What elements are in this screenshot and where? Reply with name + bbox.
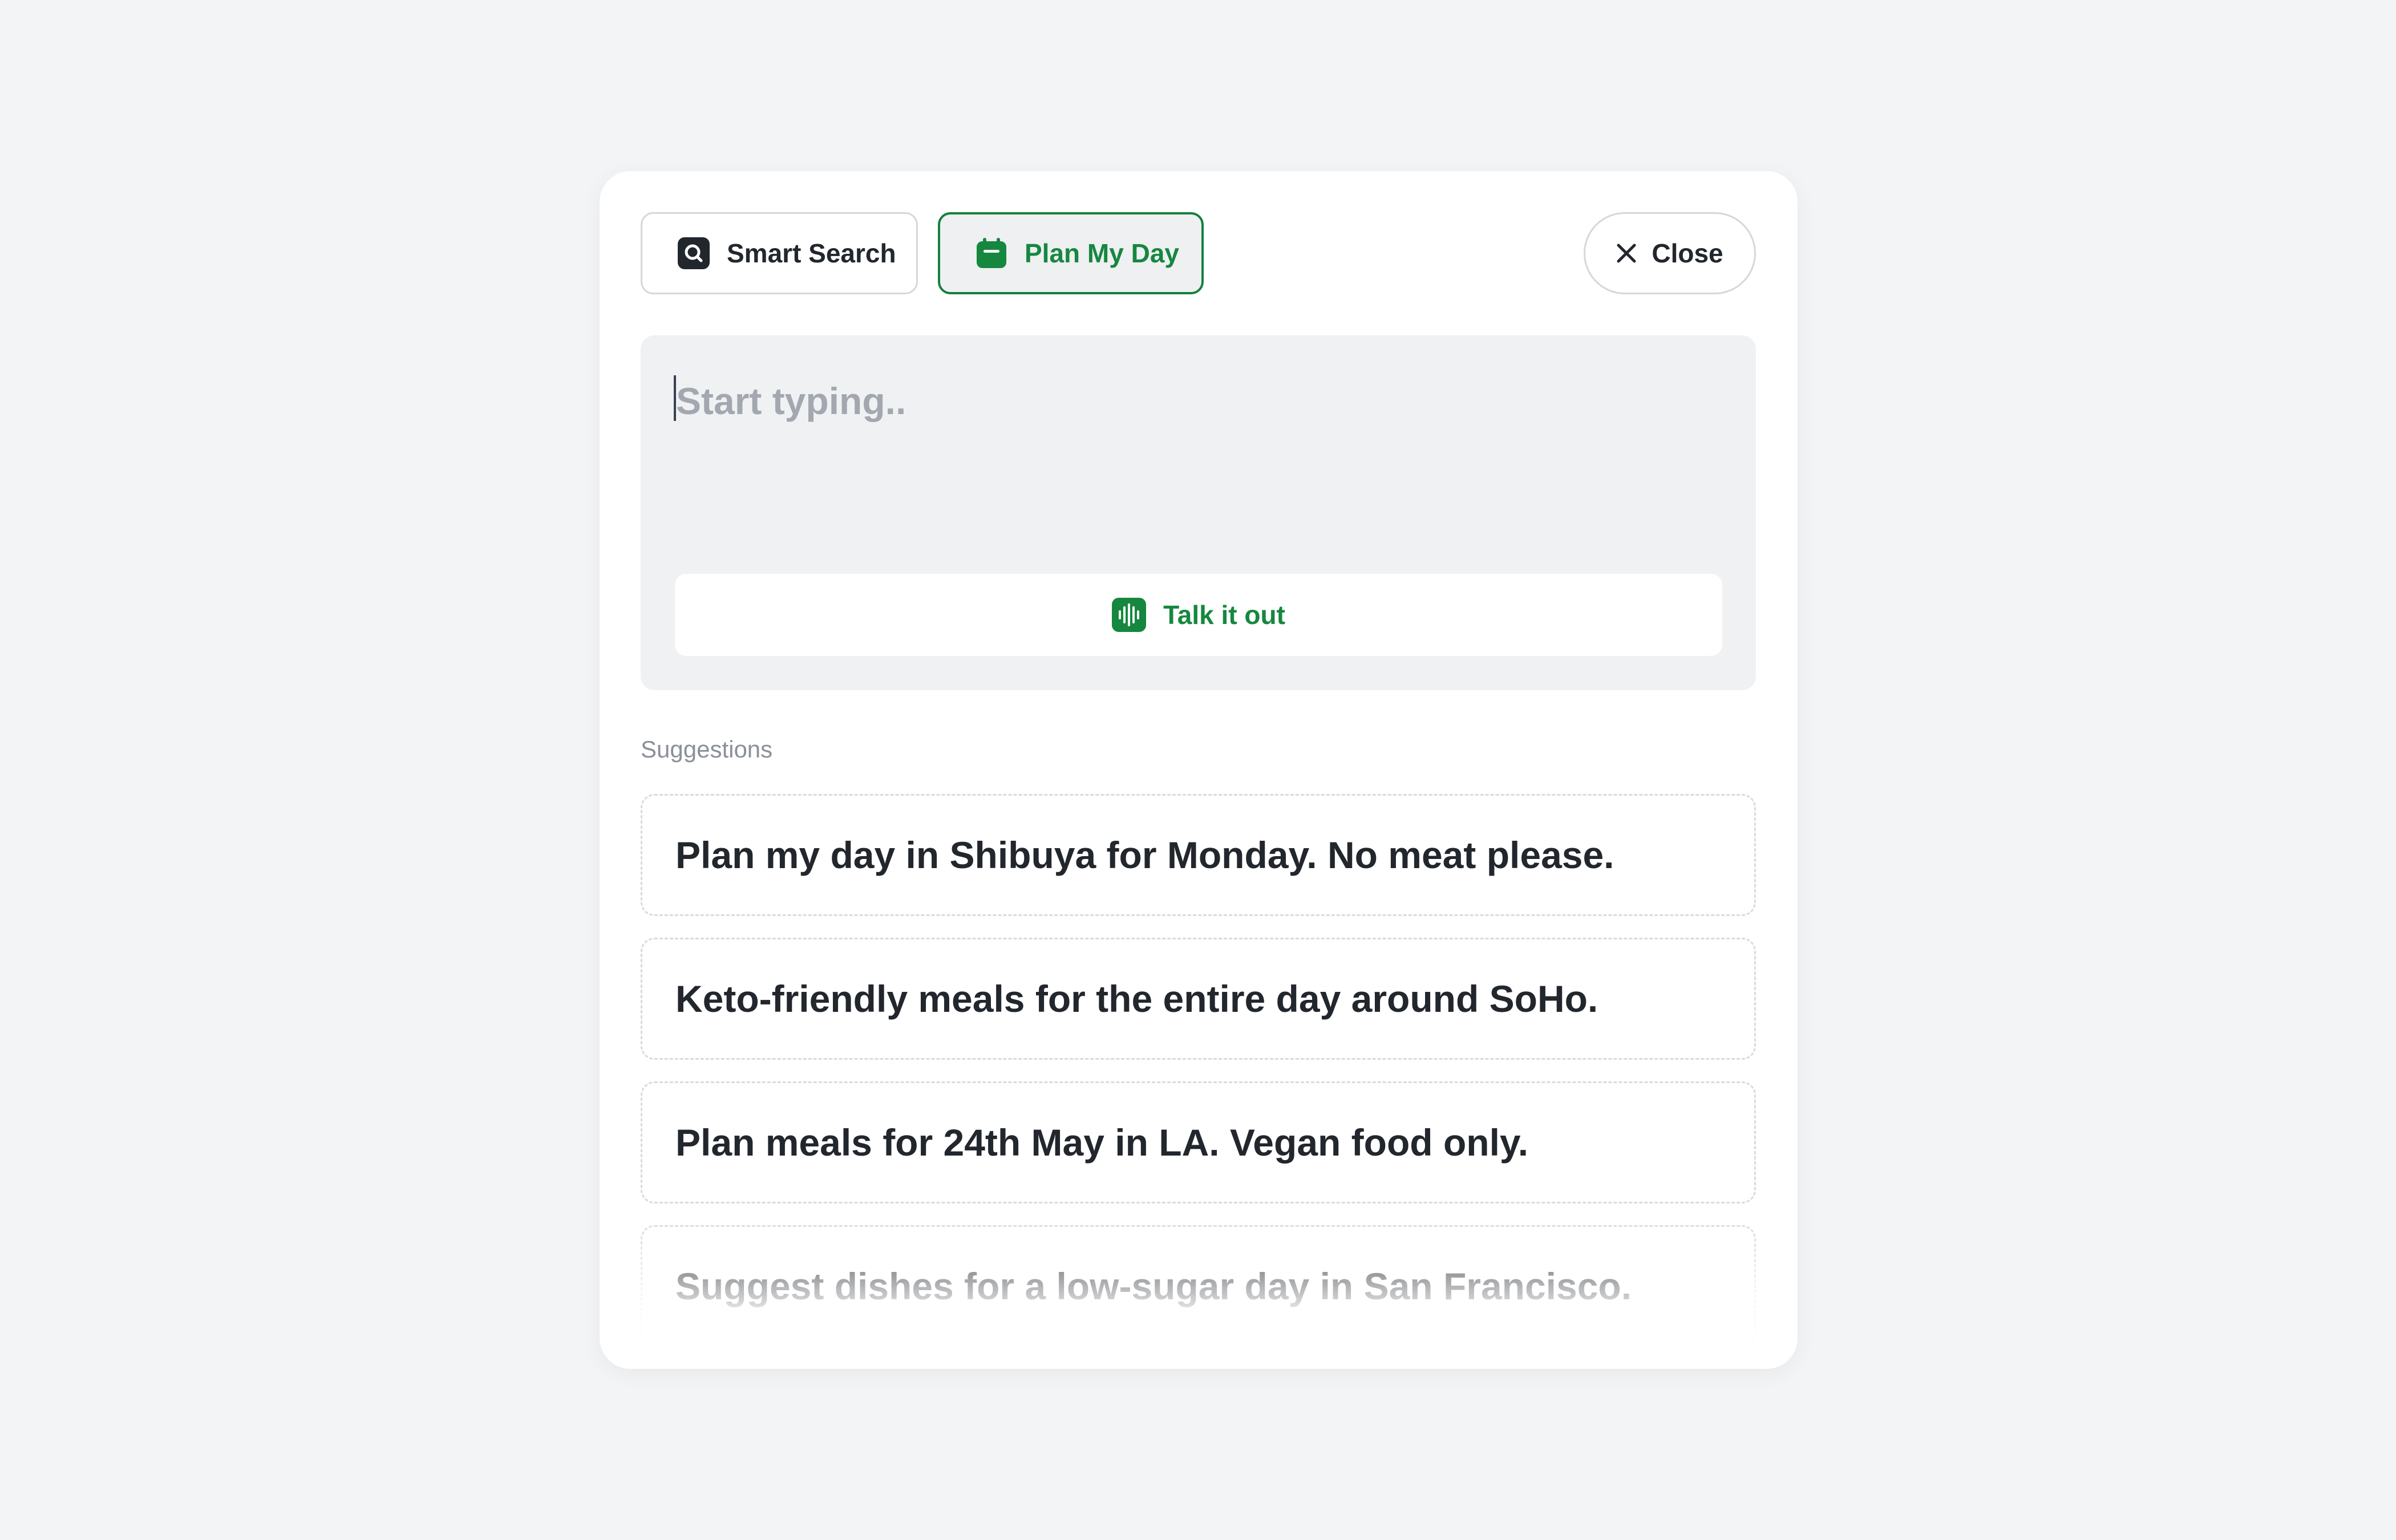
suggestions-list: Plan my day in Shibuya for Monday. No me… bbox=[641, 794, 1756, 1369]
suggestion-item[interactable]: Keto-friendly meals for the entire day a… bbox=[641, 938, 1756, 1060]
tab-smart-search[interactable]: Smart Search bbox=[641, 212, 918, 294]
tab-smart-search-label: Smart Search bbox=[727, 238, 896, 268]
close-button[interactable]: Close bbox=[1584, 212, 1756, 294]
suggestions-heading: Suggestions bbox=[641, 736, 773, 763]
calendar-icon bbox=[977, 238, 1006, 268]
prompt-input[interactable] bbox=[676, 370, 1714, 432]
tab-plan-my-day[interactable]: Plan My Day bbox=[938, 212, 1204, 294]
close-button-label: Close bbox=[1652, 238, 1723, 268]
audio-waveform-icon bbox=[1112, 598, 1147, 632]
prompt-input-area: Talk it out bbox=[641, 335, 1756, 690]
talk-it-out-label: Talk it out bbox=[1163, 600, 1285, 630]
search-icon bbox=[678, 237, 710, 269]
suggestion-item[interactable]: Suggest dishes for a low-sugar day in Sa… bbox=[641, 1225, 1756, 1347]
tab-plan-my-day-label: Plan My Day bbox=[1025, 238, 1179, 268]
plan-my-day-dialog: Smart Search Plan My Day Close Start typ… bbox=[600, 171, 1798, 1369]
talk-it-out-button[interactable]: Talk it out bbox=[675, 574, 1722, 656]
suggestion-item[interactable]: Plan meals for 24th May in LA. Vegan foo… bbox=[641, 1081, 1756, 1203]
close-icon bbox=[1617, 244, 1636, 263]
suggestion-item[interactable]: Plan my day in Shibuya for Monday. No me… bbox=[641, 794, 1756, 916]
